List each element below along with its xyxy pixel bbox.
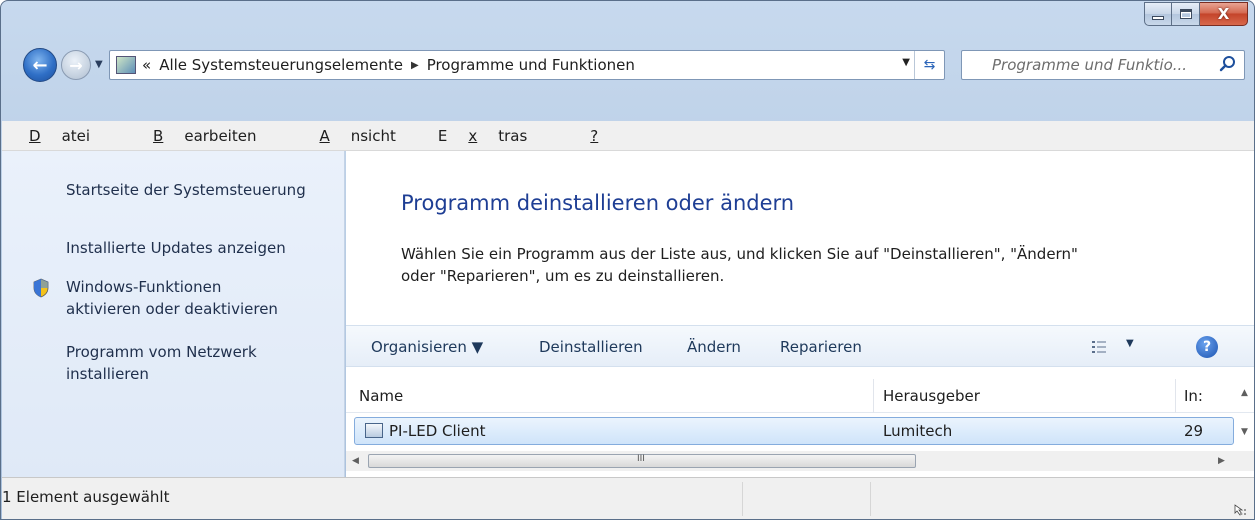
command-bar: Organisieren ▼ Deinstallieren Ändern Rep… <box>346 325 1254 367</box>
column-header-name[interactable]: Name <box>359 387 403 405</box>
description-line1: Wählen Sie ein Programm aus der Liste au… <box>401 245 1078 263</box>
sidebar-link-network-line2: installieren <box>66 365 149 383</box>
status-bar: 1 Element ausgewählt <box>2 477 1254 519</box>
maximize-button[interactable] <box>1172 2 1200 26</box>
menu-item-datei[interactable]: Datei <box>8 127 111 145</box>
breadcrumb-separator-icon[interactable]: ▶ <box>411 60 419 71</box>
sidebar-link-windows-features-line2: aktivieren oder deaktivieren <box>66 300 278 318</box>
column-header-publisher[interactable]: Herausgeber <box>883 387 980 405</box>
scroll-down-icon[interactable]: ▼ <box>1241 427 1248 437</box>
column-divider[interactable] <box>1175 379 1176 413</box>
search-box[interactable]: Programme und Funktio... <box>961 50 1245 80</box>
menu-item-extras[interactable]: Ex tras <box>438 127 548 145</box>
application-icon <box>365 423 383 438</box>
main-content: Programm deinstallieren oder ändern Wähl… <box>346 151 1254 477</box>
view-options-dropdown[interactable]: ▼ <box>1126 338 1134 349</box>
page-description: Wählen Sie ein Programm aus der Liste au… <box>401 243 1201 287</box>
breadcrumb-item-programs[interactable]: Programme und Funktionen <box>427 56 635 74</box>
sidebar-link-network-line1: Programm vom Netzwerk <box>66 343 257 361</box>
menu-item-help[interactable]: ? <box>569 127 640 145</box>
page-title: Programm deinstallieren oder ändern <box>401 191 795 215</box>
description-line2: oder "Reparieren", um es zu deinstallier… <box>401 267 725 285</box>
column-divider[interactable] <box>873 379 874 413</box>
status-divider <box>742 482 743 516</box>
table-row[interactable]: PI-LED Client Lumitech 29 <box>354 417 1234 445</box>
breadcrumb: « Alle Systemsteuerungselemente ▶ Progra… <box>142 56 643 74</box>
help-icon[interactable]: ? <box>1196 336 1218 358</box>
cell-name: PI-LED Client <box>389 422 486 440</box>
sidebar-link-control-panel-home[interactable]: Startseite der Systemsteuerung <box>66 179 306 201</box>
column-header-installed-on[interactable]: In: <box>1184 387 1203 405</box>
sidebar-link-windows-features-line1: Windows-Funktionen <box>66 278 222 296</box>
back-button[interactable]: ← <box>23 48 57 82</box>
cell-installed-on: 29 <box>1184 422 1204 440</box>
cell-publisher: Lumitech <box>883 422 953 440</box>
view-details-icon[interactable] <box>1091 339 1107 355</box>
repair-button[interactable]: Reparieren <box>780 338 862 356</box>
breadcrumb-item-all-items[interactable]: Alle Systemsteuerungselemente <box>159 56 403 74</box>
refresh-icon: ⇆ <box>923 57 936 73</box>
minimize-button[interactable] <box>1144 2 1172 26</box>
status-text: 1 Element ausgewählt <box>2 488 170 506</box>
close-button[interactable]: X <box>1200 2 1248 26</box>
address-bar[interactable]: « Alle Systemsteuerungselemente ▶ Progra… <box>109 50 945 80</box>
uninstall-button[interactable]: Deinstallieren <box>539 338 643 356</box>
arrow-left-icon: ← <box>32 54 48 76</box>
list-header: Name Herausgeber In: <box>346 379 1254 413</box>
menu-bar: Datei Bearbeiten Ansicht Ex tras ? <box>2 121 1254 151</box>
breadcrumb-overflow[interactable]: « <box>142 56 151 74</box>
task-pane: Startseite der Systemsteuerung Installie… <box>2 151 345 477</box>
minimize-icon <box>1152 16 1164 20</box>
horizontal-scrollbar[interactable]: ◀ III ▶ <box>346 451 1254 471</box>
caption-buttons: X <box>1144 2 1248 26</box>
menu-item-ansicht[interactable]: Ansicht <box>298 127 416 145</box>
menu-item-bearbeiten[interactable]: Bearbeiten <box>132 127 277 145</box>
address-dropdown-icon[interactable]: ▼ <box>902 57 910 68</box>
scroll-grip-icon: III <box>637 454 645 464</box>
change-button[interactable]: Ändern <box>687 338 741 356</box>
forward-button[interactable]: → <box>61 50 91 80</box>
vertical-scrollbar[interactable]: ▲ ▼ <box>1235 379 1254 451</box>
scroll-up-icon[interactable]: ▲ <box>1241 388 1248 398</box>
scroll-left-icon[interactable]: ◀ <box>352 456 359 466</box>
sidebar-link-installed-updates[interactable]: Installierte Updates anzeigen <box>66 237 286 259</box>
recent-pages-dropdown[interactable]: ▼ <box>95 59 103 70</box>
scroll-right-icon[interactable]: ▶ <box>1218 456 1225 466</box>
search-input[interactable]: Programme und Funktio... <box>992 56 1220 74</box>
sidebar-link-install-from-network[interactable]: Programm vom Netzwerk installieren <box>66 341 257 385</box>
organize-button[interactable]: Organisieren ▼ <box>371 338 483 356</box>
close-icon: X <box>1217 5 1230 23</box>
uac-shield-icon <box>33 278 49 298</box>
window-frame: X ← → ▼ « Alle Systemsteuerungselemente … <box>0 0 1255 520</box>
arrow-right-icon: → <box>69 55 83 75</box>
sidebar-link-windows-features[interactable]: Windows-Funktionen aktivieren oder deakt… <box>66 276 278 320</box>
control-panel-icon <box>116 56 136 74</box>
maximize-icon <box>1179 9 1192 19</box>
navigation-bar: ← → ▼ « Alle Systemsteuerungselemente ▶ … <box>9 43 1249 85</box>
scroll-thumb[interactable]: III <box>368 454 916 468</box>
refresh-button[interactable]: ⇆ <box>914 51 944 79</box>
resize-grip-icon[interactable] <box>1232 501 1248 517</box>
search-icon[interactable] <box>1218 54 1238 74</box>
status-divider <box>870 482 871 516</box>
